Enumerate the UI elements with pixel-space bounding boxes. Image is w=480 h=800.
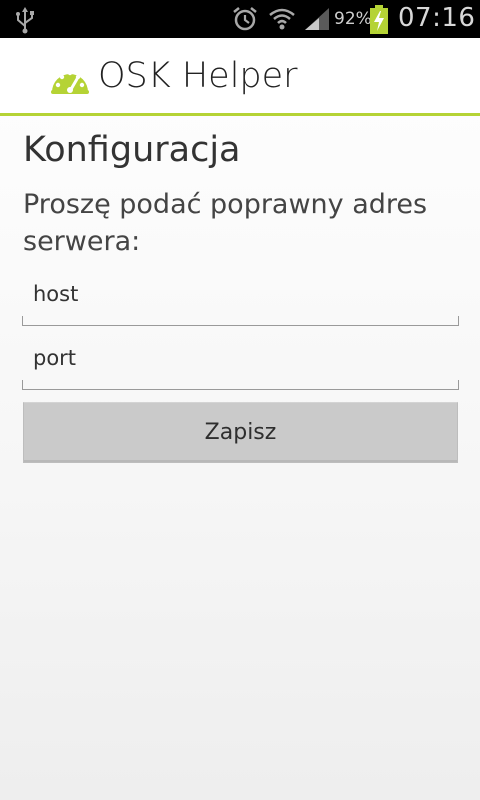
- port-field-underline: [22, 380, 459, 390]
- signal-icon: [303, 6, 331, 36]
- battery-percent: 92%: [334, 9, 372, 29]
- alarm-icon: [231, 5, 259, 37]
- wifi-icon: [268, 5, 296, 37]
- port-value: port: [33, 346, 77, 370]
- page-title: Konfiguracja: [23, 130, 241, 170]
- status-bar: 92% 07:16: [0, 0, 480, 38]
- usb-icon: [14, 6, 36, 38]
- battery-charging-icon: [369, 5, 389, 39]
- action-bar: OSK Helper: [0, 38, 480, 116]
- save-button[interactable]: Zapisz: [23, 402, 458, 463]
- host-field[interactable]: host: [22, 282, 459, 326]
- host-value: host: [33, 282, 79, 306]
- host-field-underline: [22, 316, 459, 326]
- port-field[interactable]: port: [22, 346, 459, 390]
- server-address-prompt: Proszę podać poprawny adres serwera:: [23, 189, 428, 257]
- speedometer-icon: [50, 64, 90, 98]
- app-title: OSK Helper: [98, 56, 298, 96]
- clock: 07:16: [398, 3, 476, 33]
